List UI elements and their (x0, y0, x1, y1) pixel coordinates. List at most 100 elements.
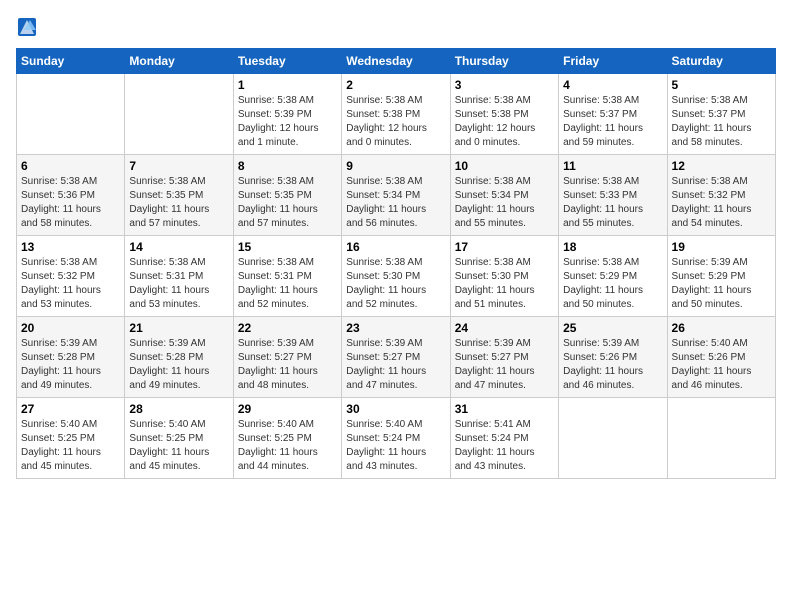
page-header (16, 16, 776, 38)
day-number: 30 (346, 402, 445, 416)
day-info: Sunrise: 5:40 AM Sunset: 5:25 PM Dayligh… (21, 418, 120, 474)
calendar-cell: 28 Sunrise: 5:40 AM Sunset: 5:25 PM Dayli… (125, 398, 233, 479)
calendar-cell: 17Sunrise: 5:38 AM Sunset: 5:30 PM Dayli… (450, 236, 558, 317)
day-info: Sunrise: 5:39 AM Sunset: 5:27 PM Dayligh… (238, 337, 337, 393)
calendar-cell: 27 Sunrise: 5:40 AM Sunset: 5:25 PM Dayli… (17, 398, 125, 479)
day-number: 27 (21, 402, 120, 416)
day-info: Sunrise: 5:39 AM Sunset: 5:29 PM Dayligh… (672, 256, 771, 312)
day-info: Sunrise: 5:38 AM Sunset: 5:37 PM Dayligh… (672, 94, 771, 150)
calendar-cell: 3 Sunrise: 5:38 AM Sunset: 5:38 PM Daylig… (450, 74, 558, 155)
day-number: 8 (238, 159, 337, 173)
day-info: Sunrise: 5:41 AM Sunset: 5:24 PM Dayligh… (455, 418, 554, 474)
day-number: 18 (563, 240, 662, 254)
day-number: 14 (129, 240, 228, 254)
calendar-weekday-header: Sunday (17, 49, 125, 74)
day-number: 3 (455, 78, 554, 92)
calendar-weekday-header: Tuesday (233, 49, 341, 74)
calendar-cell: 2Sunrise: 5:38 AM Sunset: 5:38 PM Daylig… (342, 74, 450, 155)
day-info: Sunrise: 5:38 AM Sunset: 5:31 PM Dayligh… (238, 256, 337, 312)
day-number: 20 (21, 321, 120, 335)
calendar-cell: 21Sunrise: 5:39 AM Sunset: 5:28 PM Dayli… (125, 317, 233, 398)
calendar-cell: 12 Sunrise: 5:38 AM Sunset: 5:32 PM Dayli… (667, 155, 775, 236)
calendar-cell: 1 Sunrise: 5:38 AM Sunset: 5:39 PM Daylig… (233, 74, 341, 155)
calendar-weekday-header: Friday (559, 49, 667, 74)
day-info: Sunrise: 5:38 AM Sunset: 5:30 PM Dayligh… (455, 256, 554, 312)
day-info: Sunrise: 5:38 AM Sunset: 5:32 PM Dayligh… (672, 175, 771, 231)
calendar-cell: 24Sunrise: 5:39 AM Sunset: 5:27 PM Dayli… (450, 317, 558, 398)
day-number: 10 (455, 159, 554, 173)
calendar-cell (559, 398, 667, 479)
day-info: Sunrise: 5:39 AM Sunset: 5:28 PM Dayligh… (21, 337, 120, 393)
day-number: 28 (129, 402, 228, 416)
day-number: 21 (129, 321, 228, 335)
calendar-cell: 30 Sunrise: 5:40 AM Sunset: 5:24 PM Dayli… (342, 398, 450, 479)
calendar-cell: 14 Sunrise: 5:38 AM Sunset: 5:31 PM Dayli… (125, 236, 233, 317)
day-info: Sunrise: 5:38 AM Sunset: 5:35 PM Dayligh… (129, 175, 228, 231)
day-number: 11 (563, 159, 662, 173)
day-number: 19 (672, 240, 771, 254)
day-info: Sunrise: 5:38 AM Sunset: 5:32 PM Dayligh… (21, 256, 120, 312)
calendar-cell: 26Sunrise: 5:40 AM Sunset: 5:26 PM Dayli… (667, 317, 775, 398)
day-info: Sunrise: 5:38 AM Sunset: 5:34 PM Dayligh… (346, 175, 445, 231)
calendar-cell (667, 398, 775, 479)
calendar-cell: 10 Sunrise: 5:38 AM Sunset: 5:34 PM Dayli… (450, 155, 558, 236)
day-info: Sunrise: 5:38 AM Sunset: 5:35 PM Dayligh… (238, 175, 337, 231)
day-info: Sunrise: 5:38 AM Sunset: 5:37 PM Dayligh… (563, 94, 662, 150)
calendar-cell: 23Sunrise: 5:39 AM Sunset: 5:27 PM Dayli… (342, 317, 450, 398)
day-number: 5 (672, 78, 771, 92)
calendar-cell: 25 Sunrise: 5:39 AM Sunset: 5:26 PM Dayli… (559, 317, 667, 398)
calendar-cell: 4 Sunrise: 5:38 AM Sunset: 5:37 PM Daylig… (559, 74, 667, 155)
day-number: 4 (563, 78, 662, 92)
day-number: 22 (238, 321, 337, 335)
calendar-weekday-header: Saturday (667, 49, 775, 74)
day-number: 16 (346, 240, 445, 254)
calendar-cell (125, 74, 233, 155)
calendar-weekday-header: Wednesday (342, 49, 450, 74)
day-number: 1 (238, 78, 337, 92)
day-info: Sunrise: 5:40 AM Sunset: 5:25 PM Dayligh… (238, 418, 337, 474)
day-info: Sunrise: 5:38 AM Sunset: 5:38 PM Dayligh… (455, 94, 554, 150)
calendar-cell: 16 Sunrise: 5:38 AM Sunset: 5:30 PM Dayli… (342, 236, 450, 317)
calendar-cell: 6Sunrise: 5:38 AM Sunset: 5:36 PM Daylig… (17, 155, 125, 236)
calendar-cell (17, 74, 125, 155)
calendar-cell: 29 Sunrise: 5:40 AM Sunset: 5:25 PM Dayli… (233, 398, 341, 479)
day-info: Sunrise: 5:38 AM Sunset: 5:33 PM Dayligh… (563, 175, 662, 231)
day-number: 12 (672, 159, 771, 173)
day-number: 13 (21, 240, 120, 254)
day-number: 2 (346, 78, 445, 92)
calendar-body: 1 Sunrise: 5:38 AM Sunset: 5:39 PM Daylig… (17, 74, 776, 479)
calendar-weekday-header: Thursday (450, 49, 558, 74)
day-number: 29 (238, 402, 337, 416)
calendar-weekday-header: Monday (125, 49, 233, 74)
day-number: 25 (563, 321, 662, 335)
calendar-cell: 20 Sunrise: 5:39 AM Sunset: 5:28 PM Dayli… (17, 317, 125, 398)
day-info: Sunrise: 5:40 AM Sunset: 5:24 PM Dayligh… (346, 418, 445, 474)
logo (16, 16, 40, 38)
day-info: Sunrise: 5:38 AM Sunset: 5:39 PM Dayligh… (238, 94, 337, 150)
calendar-week-row: 13 Sunrise: 5:38 AM Sunset: 5:32 PM Dayli… (17, 236, 776, 317)
calendar-week-row: 6Sunrise: 5:38 AM Sunset: 5:36 PM Daylig… (17, 155, 776, 236)
day-info: Sunrise: 5:40 AM Sunset: 5:25 PM Dayligh… (129, 418, 228, 474)
calendar-cell: 7 Sunrise: 5:38 AM Sunset: 5:35 PM Daylig… (125, 155, 233, 236)
calendar-table: SundayMondayTuesdayWednesdayThursdayFrid… (16, 48, 776, 479)
day-info: Sunrise: 5:38 AM Sunset: 5:30 PM Dayligh… (346, 256, 445, 312)
day-info: Sunrise: 5:39 AM Sunset: 5:26 PM Dayligh… (563, 337, 662, 393)
calendar-cell: 22 Sunrise: 5:39 AM Sunset: 5:27 PM Dayli… (233, 317, 341, 398)
calendar-week-row: 27 Sunrise: 5:40 AM Sunset: 5:25 PM Dayli… (17, 398, 776, 479)
calendar-cell: 11 Sunrise: 5:38 AM Sunset: 5:33 PM Dayli… (559, 155, 667, 236)
day-number: 26 (672, 321, 771, 335)
calendar-cell: 9Sunrise: 5:38 AM Sunset: 5:34 PM Daylig… (342, 155, 450, 236)
day-number: 15 (238, 240, 337, 254)
calendar-cell: 18Sunrise: 5:38 AM Sunset: 5:29 PM Dayli… (559, 236, 667, 317)
calendar-cell: 13 Sunrise: 5:38 AM Sunset: 5:32 PM Dayli… (17, 236, 125, 317)
calendar-cell: 5 Sunrise: 5:38 AM Sunset: 5:37 PM Daylig… (667, 74, 775, 155)
day-info: Sunrise: 5:38 AM Sunset: 5:34 PM Dayligh… (455, 175, 554, 231)
calendar-week-row: 1 Sunrise: 5:38 AM Sunset: 5:39 PM Daylig… (17, 74, 776, 155)
day-info: Sunrise: 5:39 AM Sunset: 5:27 PM Dayligh… (455, 337, 554, 393)
day-info: Sunrise: 5:38 AM Sunset: 5:31 PM Dayligh… (129, 256, 228, 312)
day-number: 23 (346, 321, 445, 335)
day-number: 31 (455, 402, 554, 416)
logo-icon (16, 16, 38, 38)
calendar-week-row: 20 Sunrise: 5:39 AM Sunset: 5:28 PM Dayli… (17, 317, 776, 398)
day-number: 7 (129, 159, 228, 173)
